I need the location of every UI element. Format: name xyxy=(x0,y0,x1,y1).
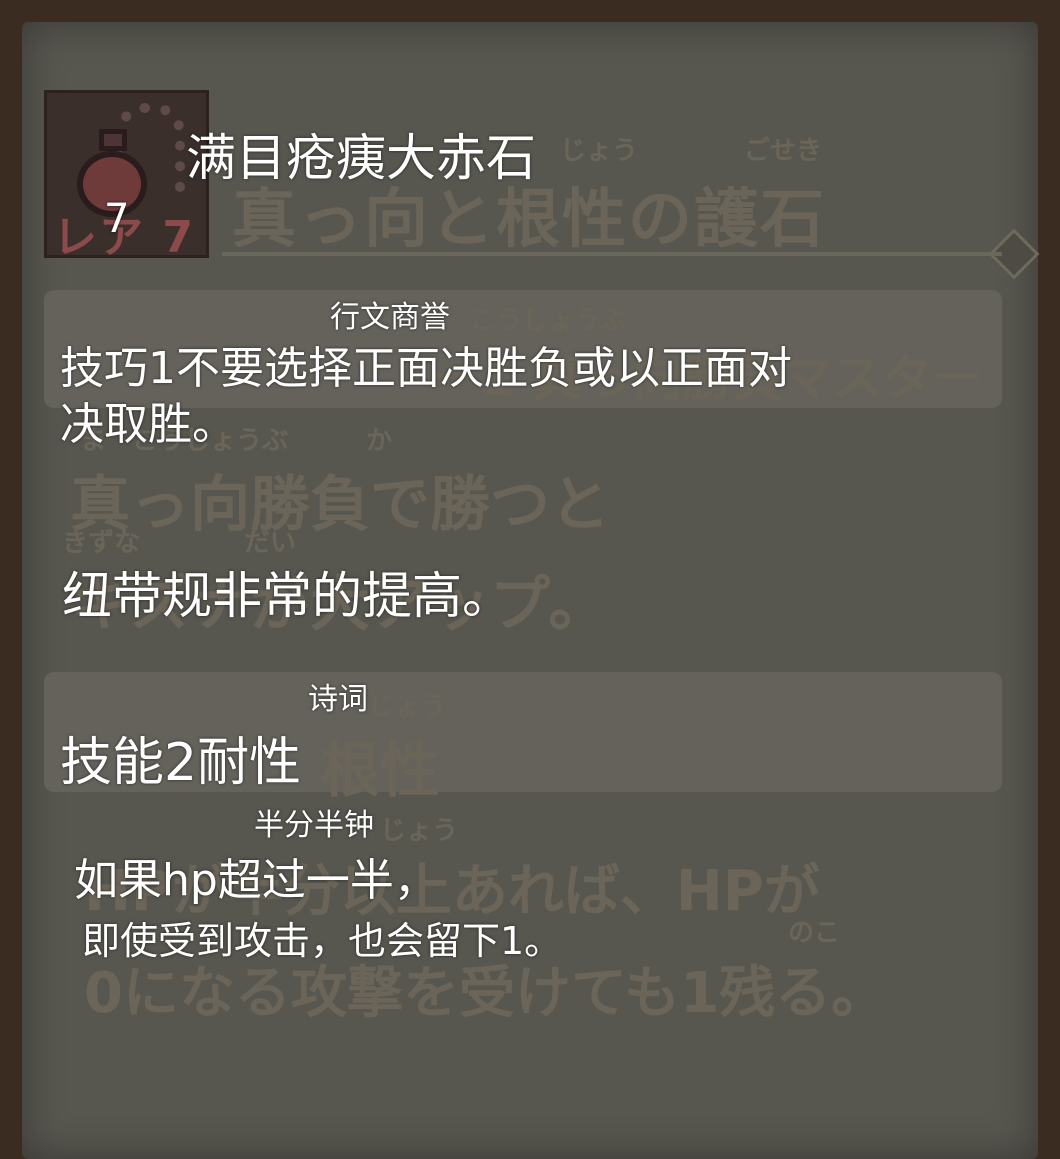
item-name-translation: 满目疮痍大赤石 xyxy=(186,129,536,187)
skill2-ruby-original: じょう xyxy=(368,692,447,722)
hp-ruby-original-2: のこ xyxy=(788,918,841,948)
skill2-description-translation-line2: 即使受到攻击，也会留下1。 xyxy=(82,919,563,963)
desc-ruby-original-2: きずな だい xyxy=(62,528,297,558)
skill1-description-translation: 纽带规非常的提高。 xyxy=(62,567,512,625)
skill1-name-translation-line1: 技巧1不要选择正面决胜负或以正面对 xyxy=(60,343,792,394)
skill1-name-translation-line2: 决取胜。 xyxy=(60,399,236,450)
skill2-name-translation: 技能2耐性 xyxy=(60,733,302,793)
item-level-translation: 7 xyxy=(104,196,130,242)
window-frame: レア 7 じょう ごせき 真っ向と根性の護石 こうしょうぶ ー1 真っ向勝負マス… xyxy=(0,0,1060,1159)
skill1-ruby-translation: 行文商誉 xyxy=(330,300,450,335)
skill2-ruby-translation: 诗词 xyxy=(308,682,368,717)
hp-ruby-original: じょう xyxy=(380,816,459,846)
skill2-desc-ruby-translation: 半分半钟 xyxy=(254,808,374,843)
skill2-description-translation-line1: 如果hp超过一半， xyxy=(74,855,438,906)
title-ruby-original-2: ごせき xyxy=(744,136,823,166)
skill2-name-original: 根性 xyxy=(320,736,440,806)
gem-cap-icon xyxy=(99,129,127,151)
title-ruby-original: じょう xyxy=(560,136,639,166)
